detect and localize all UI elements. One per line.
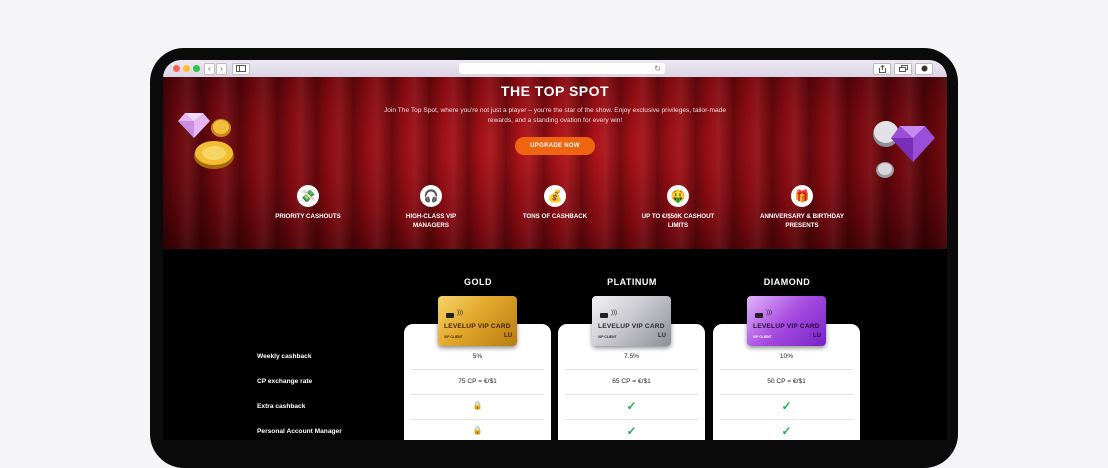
- card-client-label: VIP CLIENT: [753, 335, 772, 339]
- row-divider: [565, 369, 698, 370]
- gift-icon: 🎁: [791, 185, 813, 207]
- diamond-vip-card: ))) LEVELUP VIP CARD VIP CLIENT LU: [747, 296, 826, 346]
- perk-label: UP TO €/$50K CASHOUT LIMITS: [641, 213, 715, 229]
- row-divider: [411, 369, 544, 370]
- card-chip-icon: [446, 313, 454, 318]
- money-bag-icon: 💰: [544, 185, 566, 207]
- row-label-weekly-cashback: Weekly cashback: [257, 353, 312, 360]
- cell-weekly-cashback-platinum: 7.5%: [623, 353, 640, 360]
- browser-titlebar: ‹ › ↻: [163, 60, 947, 77]
- row-divider: [720, 419, 853, 420]
- perk-label: ANNIVERSARY & BIRTHDAY PRESENTS: [760, 213, 845, 229]
- card-logo-icon: LU: [813, 333, 821, 339]
- cell-cp-exchange-gold: 75 CP = €/$1: [458, 378, 497, 385]
- browser-window: ‹ › ↻ THE TOP SPOT Join The Top Spot, wh…: [163, 60, 947, 440]
- perk-label: PRIORITY CASHOUTS: [275, 213, 341, 220]
- row-label-cp-exchange-rate: CP exchange rate: [257, 378, 313, 385]
- share-icon[interactable]: [873, 63, 891, 75]
- contactless-icon: ))): [611, 310, 617, 316]
- row-divider: [565, 419, 698, 420]
- gold-coin-icon: [194, 141, 234, 169]
- row-divider: [565, 394, 698, 395]
- close-window-button[interactable]: [173, 65, 180, 72]
- row-divider: [411, 394, 544, 395]
- card-chip-icon: [600, 313, 608, 318]
- perk-cashback: 💰 TONS OF CASHBACK: [505, 185, 605, 222]
- check-icon: ✓: [626, 399, 637, 413]
- perk-priority-cashouts: 💸 PRIORITY CASHOUTS: [258, 185, 358, 222]
- check-icon: ✓: [781, 399, 792, 413]
- forward-button[interactable]: ›: [216, 63, 227, 75]
- maximize-window-button[interactable]: [193, 65, 200, 72]
- platinum-vip-card: ))) LEVELUP VIP CARD VIP CLIENT LU: [592, 296, 671, 346]
- lock-icon: 🔒: [472, 426, 483, 435]
- page-title: THE TOP SPOT: [500, 83, 610, 99]
- silver-coin-small-icon: [876, 162, 894, 178]
- upgrade-now-button[interactable]: UPGRADE NOW: [515, 137, 595, 155]
- row-divider: [720, 369, 853, 370]
- check-icon: ✓: [781, 424, 792, 438]
- tabs-icon[interactable]: [894, 63, 912, 75]
- card-logo-icon: LU: [504, 333, 512, 339]
- pink-diamond-icon: [178, 113, 210, 138]
- card-title: LEVELUP VIP CARD: [598, 323, 665, 330]
- perk-cashout-limits: 🤑 UP TO €/$50K CASHOUT LIMITS: [628, 185, 728, 230]
- gold-coin-small-icon: [211, 119, 231, 137]
- card-client-label: VIP CLIENT: [444, 335, 463, 339]
- cell-cp-exchange-platinum: 65 CP = €/$1: [612, 378, 651, 385]
- money-face-icon: 🤑: [667, 185, 689, 207]
- sidebar-toggle-icon[interactable]: [232, 63, 250, 75]
- back-button[interactable]: ‹: [204, 63, 215, 75]
- minimize-window-button[interactable]: [183, 65, 190, 72]
- cell-cp-exchange-diamond: 50 CP = €/$1: [767, 378, 806, 385]
- perk-presents: 🎁 ANNIVERSARY & BIRTHDAY PRESENTS: [752, 185, 852, 230]
- headphones-icon: 🎧: [420, 185, 442, 207]
- reload-icon[interactable]: ↻: [654, 63, 661, 74]
- cell-weekly-cashback-gold: 5%: [472, 353, 483, 360]
- hero-subtitle: Join The Top Spot, where you're not just…: [383, 107, 727, 124]
- card-title: LEVELUP VIP CARD: [444, 323, 511, 330]
- address-bar[interactable]: ↻: [459, 63, 665, 74]
- perk-label: TONS OF CASHBACK: [522, 213, 588, 220]
- tier-name-platinum: PLATINUM: [607, 277, 657, 287]
- cash-stack-icon: 💸: [297, 185, 319, 207]
- cell-weekly-cashback-diamond: 10%: [779, 353, 794, 360]
- perk-vip-managers: 🎧 HIGH-CLASS VIP MANAGERS: [381, 185, 481, 230]
- purple-diamond-icon: [891, 126, 935, 162]
- tier-name-diamond: DIAMOND: [763, 277, 811, 287]
- downloads-icon[interactable]: [915, 63, 933, 75]
- card-chip-icon: [755, 313, 763, 318]
- row-label-extra-cashback: Extra cashback: [257, 403, 306, 410]
- row-divider: [720, 394, 853, 395]
- contactless-icon: ))): [457, 310, 463, 316]
- perk-label: HIGH-CLASS VIP MANAGERS: [405, 213, 457, 229]
- card-title: LEVELUP VIP CARD: [753, 323, 820, 330]
- hero-banner: THE TOP SPOT Join The Top Spot, where yo…: [163, 77, 947, 249]
- card-client-label: VIP CLIENT: [598, 335, 617, 339]
- check-icon: ✓: [626, 424, 637, 438]
- card-logo-icon: LU: [658, 333, 666, 339]
- tier-name-gold: GOLD: [464, 277, 492, 287]
- row-divider: [411, 419, 544, 420]
- contactless-icon: ))): [766, 310, 772, 316]
- gold-vip-card: ))) LEVELUP VIP CARD VIP CLIENT LU: [438, 296, 517, 346]
- lock-icon: 🔒: [472, 401, 483, 410]
